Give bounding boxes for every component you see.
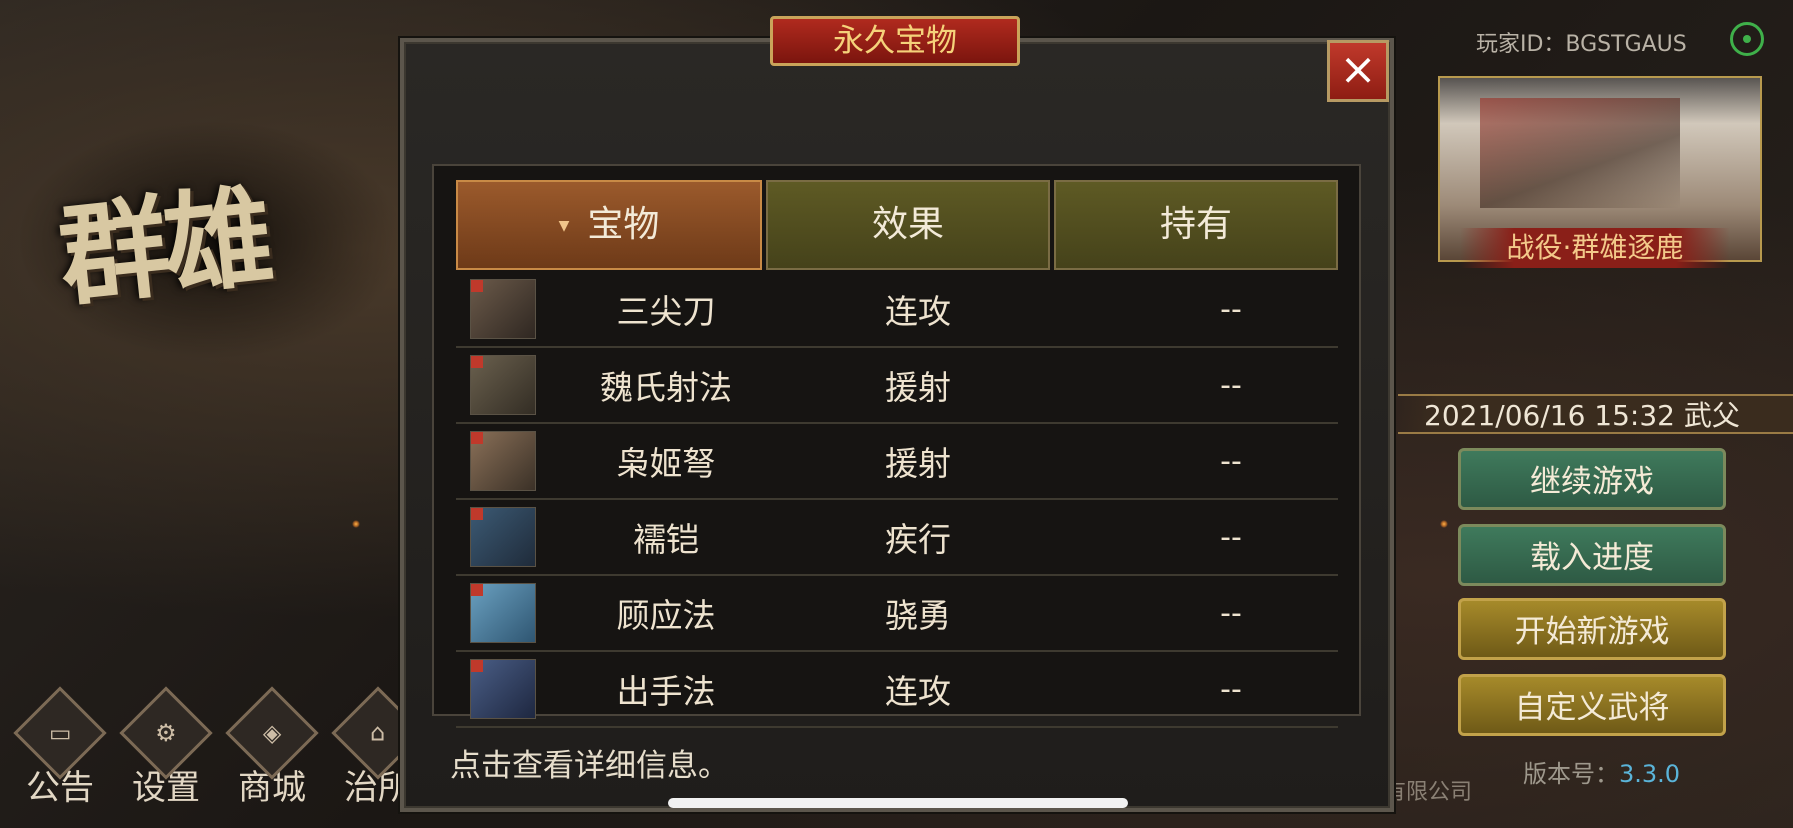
version-label: 版本号： — [1523, 760, 1619, 788]
hint-text: 点击查看详细信息。 — [450, 748, 729, 784]
network-signal-icon — [1730, 22, 1764, 56]
treasure-effect: 援射 — [885, 444, 951, 483]
table-row[interactable]: 枭姬弩 援射 -- — [456, 424, 1338, 500]
column-effect[interactable]: 效果 — [766, 180, 1050, 270]
player-id: 玩家ID：BGSTGAUS — [1476, 32, 1687, 57]
continue-game-button[interactable]: 继续游戏 — [1458, 448, 1726, 510]
menu-settings[interactable]: ⚙ 设置 — [119, 686, 213, 809]
table-row[interactable]: 襦铠 疾行 -- — [456, 500, 1338, 576]
campaign-label: 战役·群雄逐鹿 — [1460, 228, 1730, 268]
treasure-icon — [470, 279, 536, 339]
treasure-list: 三尖刀 连攻 -- 魏氏射法 援射 -- 枭姬弩 援射 -- 襦铠 疾行 -- … — [456, 272, 1338, 728]
version-number: 3.3.0 — [1619, 760, 1681, 788]
treasure-effect: 疾行 — [885, 520, 951, 559]
treasure-held: -- — [1220, 595, 1242, 631]
table-row[interactable]: 出手法 连攻 -- — [456, 652, 1338, 728]
table-row[interactable]: 三尖刀 连攻 -- — [456, 272, 1338, 348]
save-info: 2021/06/16 15:32 武父 — [1398, 394, 1793, 434]
treasure-effect: 骁勇 — [885, 596, 951, 635]
treasure-name: 枭姬弩 — [616, 444, 716, 483]
treasure-effect: 连攻 — [885, 292, 951, 331]
dialog-title: 永久宝物 — [770, 16, 1020, 66]
ember-particle — [352, 520, 360, 528]
treasure-name: 三尖刀 — [616, 292, 716, 331]
treasure-name: 出手法 — [616, 672, 716, 711]
custom-general-button[interactable]: 自定义武将 — [1458, 674, 1726, 736]
treasure-icon — [470, 507, 536, 567]
close-button[interactable]: × — [1327, 40, 1389, 102]
treasure-held: -- — [1220, 671, 1242, 707]
treasure-icon — [470, 355, 536, 415]
company-name: 有限公司 — [1384, 780, 1473, 805]
version-info: 版本号：3.3.0 — [1523, 754, 1680, 789]
table-header: ▼ 宝物 效果 持有 — [456, 180, 1338, 270]
table-row[interactable]: 魏氏射法 援射 -- — [456, 348, 1338, 424]
menu-shop[interactable]: ◈ 商城 — [225, 686, 319, 809]
table-row[interactable]: 顾应法 骁勇 -- — [456, 576, 1338, 652]
treasure-effect: 连攻 — [885, 672, 951, 711]
treasure-held: -- — [1220, 443, 1242, 479]
left-menu: ▭ 公告 ⚙ 设置 ◈ 商城 ⌂ 治所 — [13, 686, 425, 809]
treasure-name: 顾应法 — [616, 596, 716, 635]
sort-desc-icon: ▼ — [558, 218, 570, 234]
treasure-held: -- — [1220, 519, 1242, 555]
column-effect-label: 效果 — [871, 204, 944, 245]
column-treasure-label: 宝物 — [587, 204, 660, 245]
treasure-icon — [470, 431, 536, 491]
campaign-art — [1480, 98, 1680, 208]
treasure-name: 襦铠 — [633, 520, 699, 559]
treasure-icon — [470, 659, 536, 719]
treasure-effect: 援射 — [885, 368, 951, 407]
ember-particle — [1440, 520, 1448, 528]
treasure-name: 魏氏射法 — [600, 368, 732, 407]
menu-announcement[interactable]: ▭ 公告 — [13, 686, 107, 809]
load-progress-button[interactable]: 载入进度 — [1458, 524, 1726, 586]
treasure-icon — [470, 583, 536, 643]
treasure-held: -- — [1220, 291, 1242, 327]
home-indicator[interactable] — [668, 798, 1128, 808]
game-title: 群雄 — [53, 171, 274, 322]
column-held-label: 持有 — [1159, 204, 1232, 245]
column-treasure[interactable]: ▼ 宝物 — [456, 180, 762, 270]
column-held[interactable]: 持有 — [1054, 180, 1338, 270]
new-game-button[interactable]: 开始新游戏 — [1458, 598, 1726, 660]
treasure-held: -- — [1220, 367, 1242, 403]
